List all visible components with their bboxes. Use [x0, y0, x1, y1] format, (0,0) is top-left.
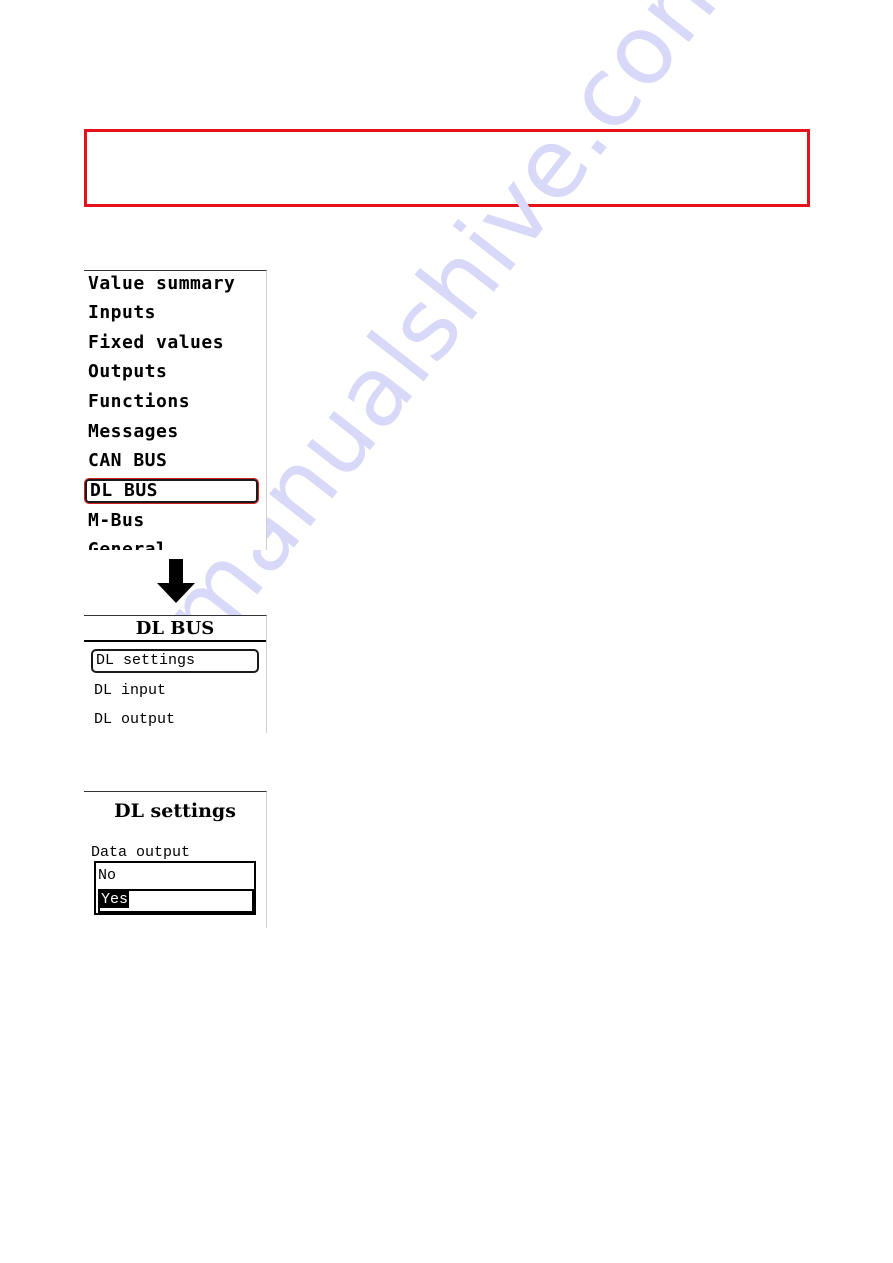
main-menu-screen: Value summary Inputs Fixed values Output…: [84, 270, 267, 550]
warning-box: [84, 129, 810, 207]
menu-item-outputs[interactable]: Outputs: [88, 359, 167, 385]
arrow-down-icon: [157, 559, 195, 603]
menu-item-inputs[interactable]: Inputs: [88, 300, 156, 326]
dl-bus-title: DL BUS: [84, 616, 266, 642]
data-output-label: Data output: [91, 844, 191, 861]
menu-item-dl-output[interactable]: DL output: [94, 708, 175, 732]
option-yes[interactable]: Yes: [98, 889, 254, 913]
menu-item-fixed-values[interactable]: Fixed values: [88, 330, 224, 356]
menu-item-dl-settings[interactable]: DL settings: [91, 649, 259, 673]
menu-item-value-summary[interactable]: Value summary: [88, 271, 235, 297]
menu-item-dl-bus[interactable]: DL BUS: [84, 478, 259, 504]
dl-bus-screen: DL BUS DL settings DL input DL output: [84, 615, 267, 733]
menu-item-general[interactable]: General: [88, 537, 167, 550]
option-no[interactable]: No: [98, 865, 254, 889]
option-yes-label: Yes: [100, 891, 130, 908]
dl-settings-title: DL settings: [114, 800, 236, 822]
menu-item-can-bus[interactable]: CAN BUS: [88, 448, 167, 474]
menu-item-dl-input[interactable]: DL input: [94, 679, 166, 703]
menu-item-messages[interactable]: Messages: [88, 419, 179, 445]
option-no-label: No: [98, 867, 117, 884]
dl-settings-screen: DL settings Data output No Yes: [84, 791, 267, 928]
menu-item-functions[interactable]: Functions: [88, 389, 190, 415]
data-output-select[interactable]: No Yes: [94, 861, 256, 915]
menu-item-m-bus[interactable]: M-Bus: [88, 508, 145, 534]
